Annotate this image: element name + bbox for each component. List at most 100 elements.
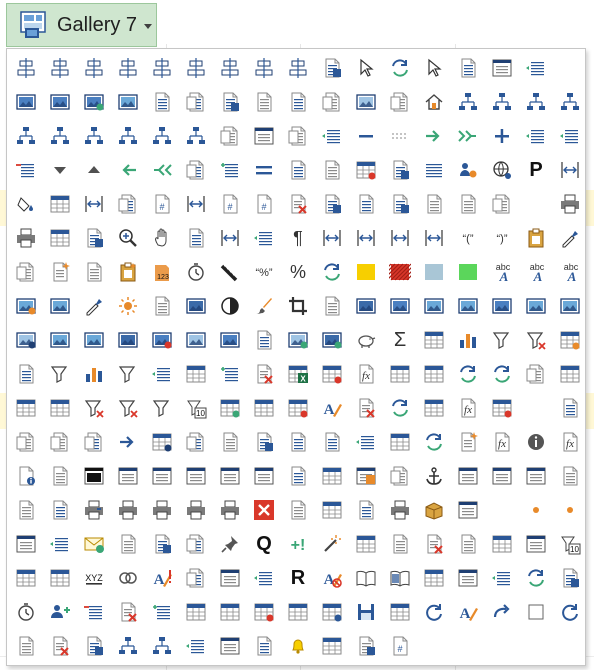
gallery-item[interactable] (349, 629, 383, 663)
gallery-item[interactable] (247, 459, 281, 493)
gallery-item[interactable] (77, 595, 111, 629)
gallery-item[interactable] (9, 595, 43, 629)
gallery-item[interactable] (213, 459, 247, 493)
gallery-item[interactable]: abc A (485, 255, 519, 289)
gallery-item[interactable] (111, 527, 145, 561)
gallery-item[interactable] (43, 527, 77, 561)
gallery-item[interactable]: 123 (145, 255, 179, 289)
gallery-item[interactable] (111, 51, 145, 85)
gallery-item[interactable] (485, 595, 519, 629)
gallery-item[interactable] (179, 459, 213, 493)
gallery-item[interactable] (111, 493, 145, 527)
gallery-item[interactable] (247, 595, 281, 629)
gallery-item[interactable] (383, 119, 417, 153)
gallery-item[interactable] (519, 51, 553, 85)
gallery-item[interactable] (247, 493, 281, 527)
gallery-item[interactable] (281, 425, 315, 459)
gallery-item[interactable] (417, 221, 451, 255)
gallery-item[interactable] (553, 459, 587, 493)
gallery-item[interactable]: abc A (553, 255, 587, 289)
gallery-item[interactable] (417, 595, 451, 629)
gallery-item[interactable] (179, 595, 213, 629)
gallery-item[interactable]: Q (247, 527, 281, 561)
gallery-item[interactable] (485, 153, 519, 187)
gallery-item[interactable] (9, 289, 43, 323)
gallery-item[interactable] (519, 459, 553, 493)
gallery-item[interactable] (247, 391, 281, 425)
gallery-item[interactable]: % (281, 255, 315, 289)
gallery-item[interactable]: “)” (485, 221, 519, 255)
gallery-item[interactable] (281, 493, 315, 527)
gallery-item[interactable] (43, 357, 77, 391)
gallery-item[interactable] (485, 561, 519, 595)
gallery-item[interactable] (281, 459, 315, 493)
gallery-item[interactable] (77, 85, 111, 119)
gallery-item[interactable] (145, 51, 179, 85)
gallery-item[interactable] (9, 85, 43, 119)
gallery-item[interactable] (43, 153, 77, 187)
gallery-item[interactable] (145, 425, 179, 459)
gallery-item[interactable] (519, 493, 553, 527)
gallery-item[interactable] (247, 425, 281, 459)
gallery-item[interactable] (417, 527, 451, 561)
gallery-item[interactable] (417, 323, 451, 357)
gallery-item[interactable] (451, 323, 485, 357)
gallery-item[interactable] (145, 493, 179, 527)
gallery-item[interactable] (77, 459, 111, 493)
gallery-item[interactable] (349, 527, 383, 561)
gallery-item[interactable] (315, 527, 349, 561)
gallery-item[interactable] (9, 255, 43, 289)
gallery-item[interactable] (111, 85, 145, 119)
gallery-item[interactable] (9, 629, 43, 663)
gallery-item[interactable] (485, 51, 519, 85)
gallery-item[interactable] (111, 357, 145, 391)
gallery-item[interactable] (451, 459, 485, 493)
gallery-item[interactable] (451, 357, 485, 391)
gallery-item[interactable] (179, 425, 213, 459)
gallery-item[interactable] (9, 357, 43, 391)
gallery-item[interactable] (451, 187, 485, 221)
gallery-item[interactable] (519, 323, 553, 357)
gallery-item[interactable] (43, 629, 77, 663)
gallery-item[interactable] (485, 119, 519, 153)
gallery-item[interactable] (77, 119, 111, 153)
gallery-item[interactable] (281, 289, 315, 323)
gallery-item[interactable] (485, 323, 519, 357)
gallery-item[interactable] (43, 289, 77, 323)
gallery-item[interactable] (9, 323, 43, 357)
gallery-item[interactable] (145, 221, 179, 255)
gallery-item[interactable] (281, 153, 315, 187)
gallery-item[interactable] (43, 391, 77, 425)
gallery-item[interactable] (349, 51, 383, 85)
gallery-item[interactable] (179, 561, 213, 595)
gallery-item[interactable] (43, 119, 77, 153)
gallery-item[interactable] (9, 459, 43, 493)
gallery-item[interactable] (553, 289, 587, 323)
gallery-item[interactable] (213, 527, 247, 561)
gallery-item[interactable] (485, 85, 519, 119)
gallery-item[interactable] (43, 459, 77, 493)
gallery-item[interactable] (451, 527, 485, 561)
gallery-item[interactable] (553, 119, 587, 153)
gallery-item[interactable] (349, 119, 383, 153)
gallery-item[interactable] (383, 561, 417, 595)
gallery-item[interactable] (553, 391, 587, 425)
gallery-item[interactable] (315, 493, 349, 527)
gallery-item[interactable] (417, 153, 451, 187)
gallery-item[interactable] (213, 561, 247, 595)
gallery-item[interactable] (145, 153, 179, 187)
gallery-item[interactable] (77, 255, 111, 289)
gallery-item[interactable] (145, 595, 179, 629)
gallery-item[interactable] (281, 595, 315, 629)
gallery-item[interactable] (417, 51, 451, 85)
gallery-item[interactable] (77, 153, 111, 187)
gallery-item[interactable] (9, 119, 43, 153)
gallery-item[interactable] (179, 527, 213, 561)
gallery-item[interactable]: # (383, 629, 417, 663)
gallery-item[interactable] (281, 187, 315, 221)
gallery-item[interactable] (145, 289, 179, 323)
gallery-item[interactable] (485, 527, 519, 561)
gallery-item[interactable]: A (451, 595, 485, 629)
gallery-item[interactable] (77, 527, 111, 561)
gallery-item[interactable] (43, 561, 77, 595)
